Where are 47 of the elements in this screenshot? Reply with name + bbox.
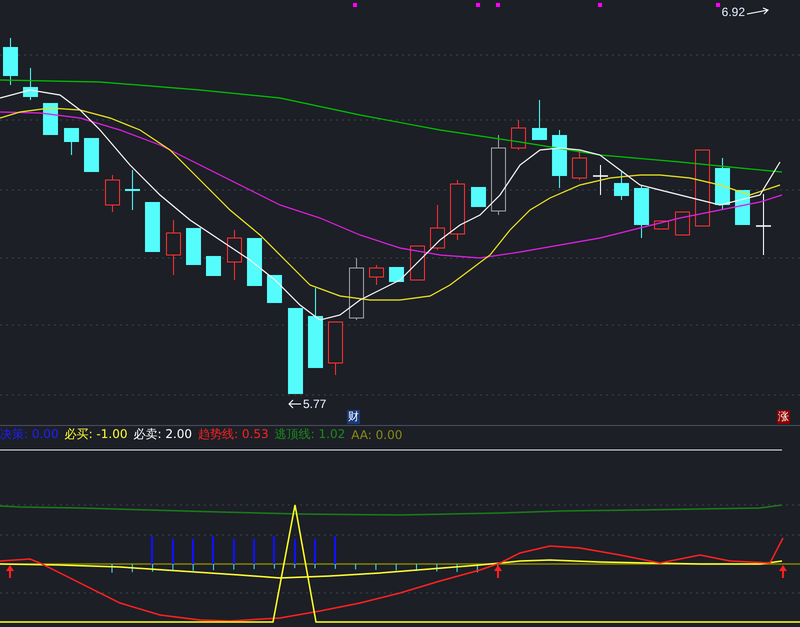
up-arrow-icon [494, 565, 502, 578]
candlestick [349, 258, 364, 320]
candlestick [471, 186, 486, 208]
tag-badge: 财 [347, 410, 360, 424]
candlestick [450, 180, 465, 240]
candlestick [532, 100, 547, 140]
price-label: 6.92 [722, 5, 745, 19]
candlestick [64, 128, 79, 156]
indicator-value: 趋势线: 0.53 [198, 426, 269, 443]
candlestick [247, 238, 262, 286]
candlestick [206, 256, 221, 276]
candlestick [267, 274, 282, 304]
tag-badge: 涨 [777, 410, 790, 424]
arrow-right-icon [746, 7, 770, 17]
candlestick [675, 212, 690, 236]
indicator-value: 逃顶线: 1.02 [274, 426, 346, 443]
candlestick [634, 184, 649, 238]
candlestick [166, 220, 181, 276]
indicator-value: 必卖: 2.00 [133, 426, 192, 443]
candlestick [43, 102, 58, 136]
candlestick [552, 130, 567, 188]
candlestick [3, 38, 18, 86]
candlestick [84, 138, 99, 172]
candlestick [614, 172, 629, 200]
indicator-value: 决策: 0.00 [0, 426, 59, 443]
candlestick [572, 150, 587, 180]
candlestick [369, 264, 384, 286]
up-arrow-icon [779, 565, 787, 578]
indicator-value: 必买: -1.00 [64, 426, 128, 443]
candlestick [105, 174, 120, 212]
candlestick [389, 266, 404, 282]
candlestick [227, 230, 242, 280]
indicator-value: AA: 0.00 [351, 428, 402, 442]
candlestick [715, 158, 730, 210]
up-arrow-icon [6, 565, 14, 578]
candlestick [186, 228, 201, 266]
candlestick [328, 322, 343, 376]
candlestick [23, 68, 38, 100]
candlestick [430, 204, 445, 250]
candlestick [145, 202, 160, 252]
arrow-left-icon [288, 399, 302, 409]
candlestick [511, 120, 526, 150]
candlestick [756, 194, 771, 256]
candlestick [125, 170, 140, 210]
candlestick [410, 246, 425, 280]
candlestick [593, 164, 608, 196]
price-label: 5.77 [303, 397, 326, 411]
